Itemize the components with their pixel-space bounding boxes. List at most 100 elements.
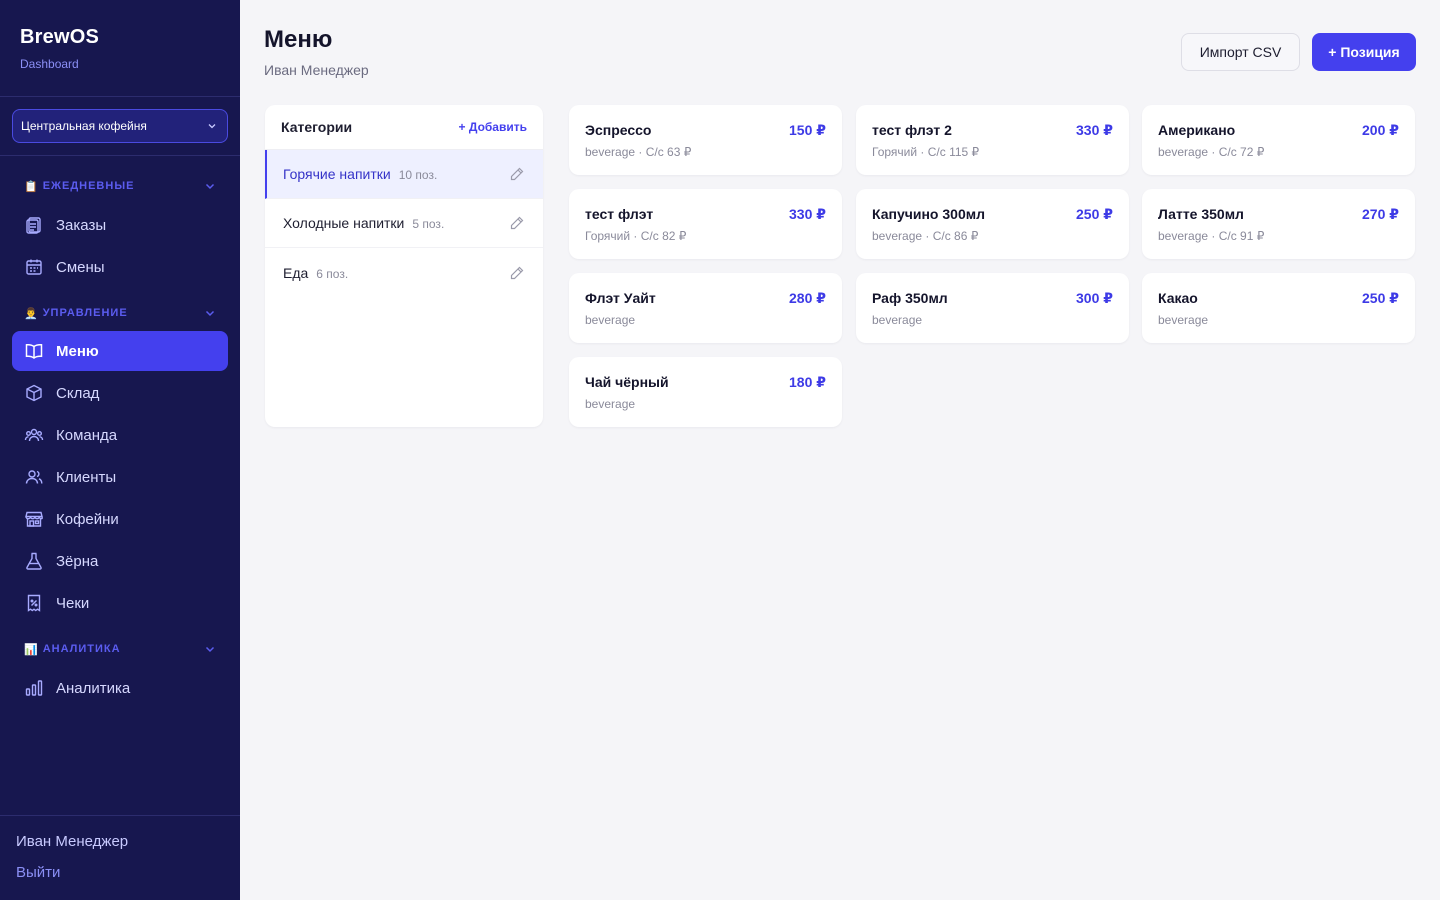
- logout-link[interactable]: Выйти: [16, 864, 60, 881]
- sidebar-item-label: Кофейни: [56, 510, 119, 528]
- receipt-percent-icon: [24, 593, 44, 613]
- section-analytics[interactable]: 📊 АНАЛИТИКА: [12, 639, 228, 659]
- product-name: Флэт Уайт: [585, 290, 656, 306]
- add-item-button[interactable]: + Позиция: [1312, 33, 1416, 71]
- product-price: 150 ₽: [789, 122, 826, 138]
- category-row[interactable]: Холодные напитки 5 поз.: [265, 199, 543, 248]
- divider: [0, 96, 240, 97]
- product-price: 330 ₽: [789, 206, 826, 222]
- shop-select-value: Центральная кофейня: [21, 119, 147, 133]
- product-price: 250 ₽: [1076, 206, 1113, 222]
- categories-panel: Категории + Добавить Горячие напитки 10 п…: [265, 105, 543, 427]
- product-name: Чай чёрный: [585, 374, 669, 390]
- current-user-name: Иван Менеджер: [16, 833, 129, 850]
- product-card[interactable]: Капучино 300мл 250 ₽ beverage · С/с 86 ₽: [856, 189, 1129, 259]
- product-name: Эспрессо: [585, 122, 652, 138]
- product-name: тест флэт 2: [872, 122, 952, 138]
- pencil-icon[interactable]: [509, 215, 525, 231]
- product-card[interactable]: Чай чёрный 180 ₽ beverage: [569, 357, 842, 427]
- chevron-down-icon[interactable]: [204, 307, 216, 319]
- calendar-icon: [24, 257, 44, 277]
- sidebar-item-menu[interactable]: Меню: [12, 331, 228, 371]
- product-meta: beverage: [585, 397, 636, 411]
- product-price: 180 ₽: [789, 374, 826, 390]
- product-card[interactable]: Эспрессо 150 ₽ beverage · С/с 63 ₽: [569, 105, 842, 175]
- import-csv-button[interactable]: Импорт CSV: [1181, 33, 1300, 71]
- receipt-stack-icon: [24, 215, 44, 235]
- sidebar-item-label: Зёрна: [56, 552, 99, 570]
- sidebar-item-label: Аналитика: [56, 679, 131, 697]
- product-name: Раф 350мл: [872, 290, 948, 306]
- category-count: 10 поз.: [398, 168, 438, 182]
- sidebar-item-label: Заказы: [56, 216, 107, 234]
- page-subtitle: Иван Менеджер: [264, 62, 369, 78]
- pencil-icon[interactable]: [509, 265, 525, 281]
- shop-select[interactable]: Центральная кофейня: [12, 109, 228, 143]
- brand-name: BrewOS: [20, 26, 100, 48]
- category-name: Холодные напитки: [283, 215, 405, 231]
- add-category-button[interactable]: + Добавить: [459, 120, 527, 134]
- sidebar-item-analytics[interactable]: Аналитика: [12, 668, 228, 708]
- product-meta: beverage: [585, 313, 636, 327]
- section-manage[interactable]: 👨‍💼 УПРАВЛЕНИЕ: [12, 303, 228, 323]
- page-title: Меню: [264, 26, 333, 53]
- sidebar-item-clients[interactable]: Клиенты: [12, 457, 228, 497]
- product-meta: beverage · С/с 91 ₽: [1158, 229, 1265, 243]
- sidebar: BrewOS Dashboard Центральная кофейня 📋 ЕЖ…: [0, 0, 240, 900]
- product-meta: beverage · С/с 86 ₽: [872, 229, 979, 243]
- sidebar-item-receipts[interactable]: Чеки: [12, 583, 228, 623]
- users-icon: [24, 467, 44, 487]
- product-card[interactable]: Американо 200 ₽ beverage · С/с 72 ₽: [1142, 105, 1415, 175]
- product-card[interactable]: тест флэт 2 330 ₽ Горячий · С/с 115 ₽: [856, 105, 1129, 175]
- product-name: Латте 350мл: [1158, 206, 1244, 222]
- product-card[interactable]: тест флэт 330 ₽ Горячий · С/с 82 ₽: [569, 189, 842, 259]
- sidebar-item-shifts[interactable]: Смены: [12, 247, 228, 287]
- product-price: 270 ₽: [1362, 206, 1399, 222]
- product-meta: beverage · С/с 63 ₽: [585, 145, 692, 159]
- category-count: 6 поз.: [316, 266, 349, 281]
- sidebar-item-label: Команда: [56, 426, 118, 444]
- sidebar-item-cafes[interactable]: Кофейни: [12, 499, 228, 539]
- product-card[interactable]: Раф 350мл 300 ₽ beverage: [856, 273, 1129, 343]
- categories-header: Категории + Добавить: [265, 105, 543, 150]
- pencil-icon[interactable]: [509, 166, 525, 182]
- chevron-down-icon[interactable]: [204, 643, 216, 655]
- category-name: Горячие напитки: [283, 166, 391, 182]
- divider: [0, 155, 240, 156]
- brand: BrewOS Dashboard: [20, 26, 99, 71]
- section-manage-title: УПРАВЛЕНИЕ: [42, 307, 128, 319]
- book-open-icon: [24, 341, 44, 361]
- product-card[interactable]: Какао 250 ₽ beverage: [1142, 273, 1415, 343]
- chart-bars-icon: [24, 678, 44, 698]
- sidebar-item-beans[interactable]: Зёрна: [12, 541, 228, 581]
- sidebar-item-label: Клиенты: [56, 468, 117, 486]
- product-meta: Горячий · С/с 115 ₽: [872, 145, 980, 159]
- section-daily-title: ЕЖЕДНЕВНЫЕ: [42, 180, 135, 192]
- product-name: Американо: [1158, 122, 1236, 138]
- product-meta: beverage: [872, 313, 923, 327]
- product-price: 330 ₽: [1076, 122, 1113, 138]
- product-card[interactable]: Флэт Уайт 280 ₽ beverage: [569, 273, 842, 343]
- section-analytics-title: АНАЛИТИКА: [42, 643, 121, 655]
- category-count: 5 поз.: [412, 217, 445, 231]
- chevron-down-icon[interactable]: [204, 180, 216, 192]
- category-row[interactable]: Горячие напитки 10 поз.: [265, 150, 543, 199]
- product-price: 250 ₽: [1362, 290, 1399, 306]
- brand-subtitle: Dashboard: [20, 57, 79, 71]
- sidebar-item-warehouse[interactable]: Склад: [12, 373, 228, 413]
- sidebar-item-team[interactable]: Команда: [12, 415, 228, 455]
- section-daily[interactable]: 📋 ЕЖЕДНЕВНЫЕ: [12, 176, 228, 196]
- product-card[interactable]: Латте 350мл 270 ₽ beverage · С/с 91 ₽: [1142, 189, 1415, 259]
- product-name: Капучино 300мл: [872, 206, 985, 222]
- product-meta: beverage: [1158, 313, 1209, 327]
- category-name: Еда: [283, 264, 309, 281]
- sidebar-item-label: Чеки: [56, 594, 90, 612]
- product-price: 280 ₽: [789, 290, 826, 306]
- box-icon: [24, 383, 44, 403]
- sidebar-item-orders[interactable]: Заказы: [12, 205, 228, 245]
- manager-icon: 👨‍💼: [24, 307, 39, 320]
- category-row[interactable]: Еда 6 поз.: [265, 248, 543, 297]
- product-name: тест флэт: [585, 206, 654, 222]
- flask-icon: [24, 551, 44, 571]
- bar-chart-icon: 📊: [24, 643, 39, 656]
